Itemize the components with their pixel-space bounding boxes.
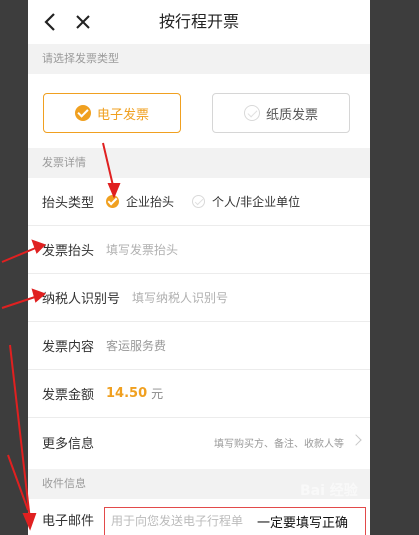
tax-id-row[interactable]: 纳税人识别号 填写纳税人识别号 [28,274,370,322]
invoice-details-form: 抬头类型 企业抬头 个人/非企业单位 发票抬头 填写发票抬头 纳税人识别号 填写… [28,178,370,469]
title-type-label: 抬头类型 [42,196,95,211]
details-section-label: 发票详情 [28,148,370,178]
invoice-content-label: 发票内容 [42,340,95,355]
electronic-invoice-button[interactable]: 电子发票 [43,93,181,133]
invoice-amount-unit: 元 [151,387,164,401]
phone-screen: 按行程开票 请选择发票类型 电子发票 纸质发票 发票详情 抬头类型 企业抬头 个… [28,0,370,535]
paper-invoice-label: 纸质发票 [265,107,318,123]
more-info-row[interactable]: 更多信息 填写购买方、备注、收款人等 [28,418,370,466]
close-icon[interactable] [73,11,93,33]
email-label: 电子邮件 [42,513,95,529]
chevron-right-icon [350,434,362,446]
back-arrow-icon[interactable] [42,11,60,33]
invoice-type-selector: 电子发票 纸质发票 [28,74,370,148]
invoice-content-row: 发票内容 客运服务费 [28,322,370,370]
electronic-invoice-label: 电子发票 [96,107,149,123]
tax-id-label: 纳税人识别号 [42,292,121,307]
paper-invoice-button[interactable]: 纸质发票 [212,93,350,133]
invoice-amount-value: 14.50 [106,386,148,401]
unchecked-circle-icon [192,195,206,208]
radio-enterprise[interactable]: 企业抬头 [106,193,174,210]
tax-id-input[interactable]: 填写纳税人识别号 [132,289,228,306]
invoice-title-input[interactable]: 填写发票抬头 [106,241,178,258]
invoice-content-value: 客运服务费 [106,339,167,353]
invoice-amount-row: 发票金额 14.50 元 [28,370,370,418]
app-header: 按行程开票 [28,0,370,44]
invoice-type-section-label: 请选择发票类型 [28,44,370,74]
more-info-label: 更多信息 [42,436,95,452]
left-backdrop [0,0,28,535]
checked-circle-icon [74,105,91,121]
right-backdrop [370,0,419,535]
unchecked-circle-icon [243,105,260,121]
invoice-title-label: 发票抬头 [42,244,95,259]
invoice-title-row[interactable]: 发票抬头 填写发票抬头 [28,226,370,274]
radio-personal[interactable]: 个人/非企业单位 [192,193,300,210]
more-info-hint: 填写购买方、备注、收款人等 [214,438,344,450]
title-type-row: 抬头类型 企业抬头 个人/非企业单位 [28,178,370,226]
radio-personal-label: 个人/非企业单位 [212,195,301,209]
radio-enterprise-label: 企业抬头 [126,195,175,209]
baidu-watermark: Bai 经验 [300,483,358,499]
checked-circle-icon [106,195,120,208]
invoice-amount-label: 发票金额 [42,388,95,403]
annotation-note: 一定要填写正确 [254,512,352,531]
